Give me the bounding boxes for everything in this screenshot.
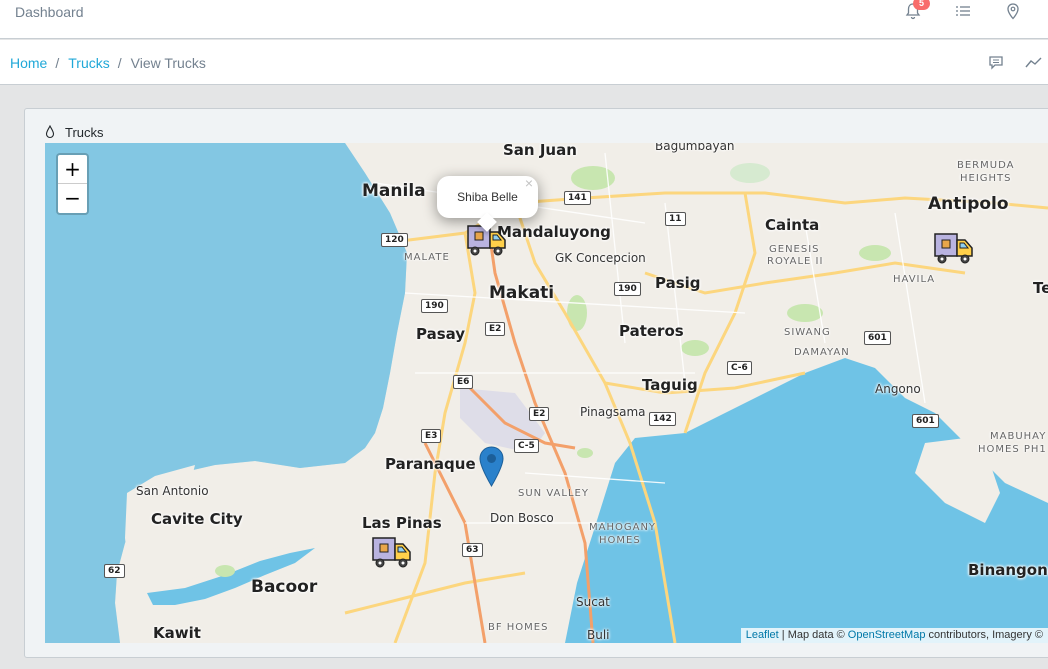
label-cavite-city: Cavite City — [151, 510, 243, 528]
label-pasig: Pasig — [655, 274, 701, 292]
label-mandaluyong: Mandaluyong — [497, 223, 611, 241]
label-gk-concepcion: GK Concepcion — [555, 251, 646, 265]
label-malate: MALATE — [404, 252, 450, 263]
label-mahogany: MAHOGANY — [589, 522, 657, 533]
zoom-out-button[interactable]: − — [58, 184, 87, 213]
road-shield: 62 — [104, 564, 125, 578]
label-binangonan: Binangonan — [968, 561, 1048, 579]
truck-marker-icon[interactable] — [934, 231, 974, 265]
label-san-antonio: San Antonio — [136, 484, 209, 498]
label-genesis: GENESIS — [769, 244, 820, 255]
breadcrumb-bar: Home / Trucks / View Trucks — [0, 40, 1048, 85]
label-san-juan: San Juan — [503, 143, 577, 159]
label-homes-ph1: HOMES PH1 — [978, 444, 1047, 455]
road-shield: E6 — [453, 375, 474, 389]
label-bf-homes: BF HOMES — [488, 622, 549, 633]
label-bermuda: BERMUDA — [957, 160, 1015, 171]
marker-popup: Shiba Belle × — [437, 175, 538, 232]
road-shield: E3 — [421, 429, 442, 443]
top-header: Dashboard 5 — [0, 0, 1048, 39]
card-header: Trucks — [45, 124, 104, 142]
map-view[interactable]: San Juan Bagumbayan Manila Mandaluyong M… — [45, 143, 1048, 643]
breadcrumb-trucks[interactable]: Trucks — [68, 55, 109, 71]
road-shield: 142 — [649, 412, 676, 426]
notification-badge: 5 — [913, 0, 930, 10]
label-damayan: DAMAYAN — [794, 347, 850, 358]
breadcrumb-home[interactable]: Home — [10, 55, 47, 71]
road-shield: 190 — [421, 299, 448, 313]
location-marker-icon[interactable] — [479, 446, 504, 487]
breadcrumb: Home / Trucks / View Trucks — [10, 55, 206, 71]
label-bacoor: Bacoor — [251, 577, 318, 597]
popup-text: Shiba Belle — [457, 190, 518, 204]
label-bagumbayan: Bagumbayan — [655, 143, 735, 153]
road-shield: 120 — [381, 233, 408, 247]
label-heights: HEIGHTS — [960, 173, 1012, 184]
label-kawit: Kawit — [153, 624, 201, 642]
attribution-tail: contributors, Imagery © — [925, 629, 1044, 641]
label-sucat: Sucat — [576, 595, 610, 609]
osm-link[interactable]: OpenStreetMap — [848, 629, 926, 641]
label-don-bosco: Don Bosco — [490, 511, 554, 525]
label-buli: Buli — [587, 628, 610, 642]
label-makati: Makati — [489, 283, 555, 303]
road-shield: 190 — [614, 282, 641, 296]
road-shield: E2 — [485, 322, 506, 336]
label-las-pinas: Las Pinas — [362, 514, 442, 532]
droplet-icon — [45, 124, 55, 142]
map-attribution: Leaflet | Map data © OpenStreetMap contr… — [740, 628, 1048, 643]
comment-icon[interactable] — [988, 55, 1006, 71]
label-te: Te — [1033, 279, 1048, 297]
road-shield: C-5 — [514, 439, 539, 453]
label-pinagsama: Pinagsama — [580, 405, 646, 419]
label-homes: HOMES — [599, 535, 641, 546]
label-cainta: Cainta — [765, 216, 820, 234]
breadcrumb-current: View Trucks — [130, 55, 206, 71]
label-antipolo: Antipolo — [928, 194, 1009, 214]
label-sun-valley: SUN VALLEY — [518, 488, 589, 499]
breadcrumb-separator: / — [117, 55, 122, 71]
location-pin-icon[interactable] — [1006, 3, 1026, 23]
truck-marker-icon[interactable] — [372, 535, 412, 569]
zoom-in-button[interactable]: + — [58, 155, 87, 184]
card-title: Trucks — [65, 125, 104, 140]
label-taguig: Taguig — [642, 376, 698, 394]
label-pateros: Pateros — [619, 322, 684, 340]
popup-close-button[interactable]: × — [525, 175, 533, 191]
label-pasay: Pasay — [416, 325, 466, 343]
label-paranaque: Paranaque — [385, 455, 476, 473]
label-manila: Manila — [362, 181, 426, 201]
road-shield: C-6 — [727, 361, 752, 375]
label-havila: HAVILA — [893, 274, 936, 285]
road-shield: E2 — [529, 407, 550, 421]
leaflet-link[interactable]: Leaflet — [746, 629, 779, 641]
label-mabuhay: MABUHAY — [990, 431, 1047, 442]
chart-line-icon[interactable] — [1025, 55, 1043, 71]
road-shield: 601 — [864, 331, 891, 345]
app-title[interactable]: Dashboard — [15, 4, 84, 20]
label-siwang: SIWANG — [784, 327, 831, 338]
list-icon[interactable] — [955, 4, 975, 24]
zoom-control: + − — [56, 153, 89, 215]
road-shield: 601 — [912, 414, 939, 428]
label-angono: Angono — [875, 382, 921, 396]
road-shield: 63 — [462, 543, 483, 557]
breadcrumb-separator: / — [55, 55, 60, 71]
road-shield: 141 — [564, 191, 591, 205]
road-shield: 11 — [665, 212, 686, 226]
attribution-text: | Map data © — [778, 629, 848, 641]
label-royale: ROYALE II — [767, 256, 824, 267]
